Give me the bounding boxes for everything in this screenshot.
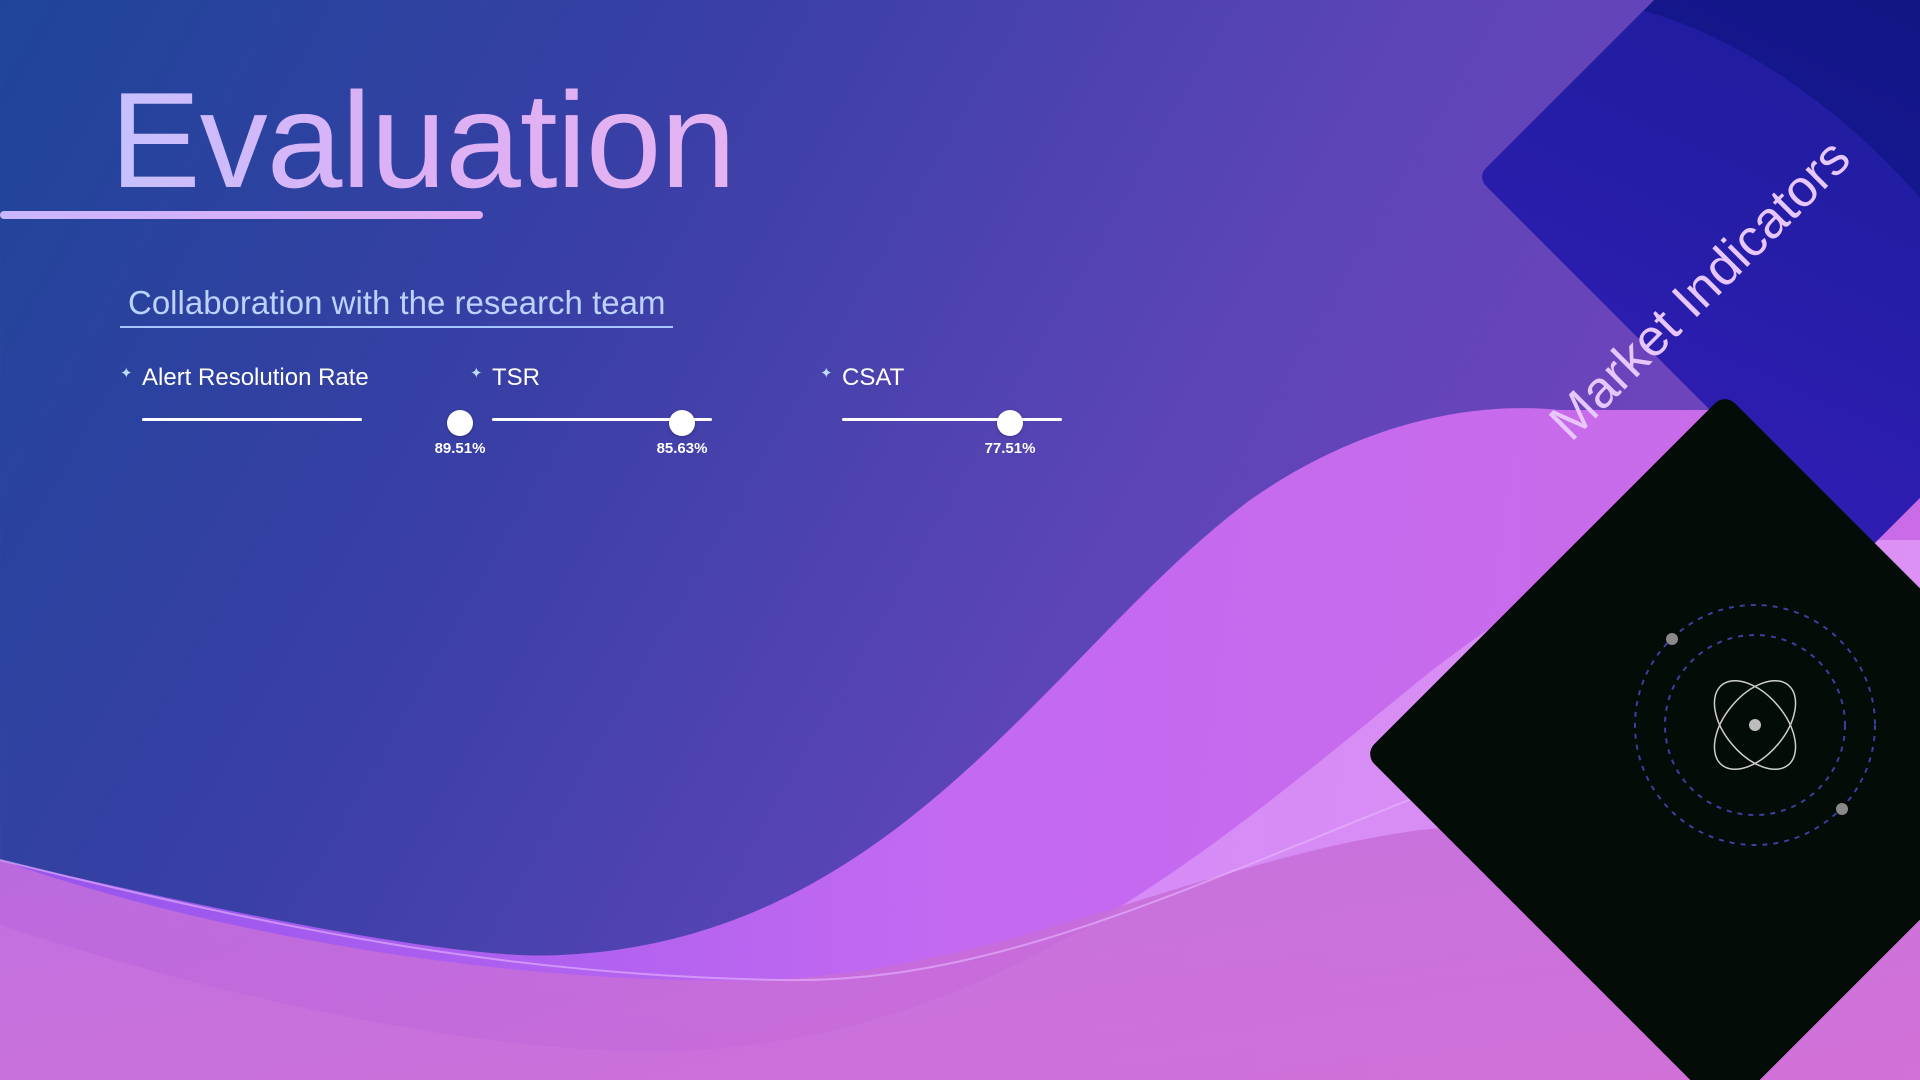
metric-label: CSAT xyxy=(842,364,905,391)
title-underline xyxy=(0,211,483,219)
metric-alert-resolution-rate: ✦ Alert Resolution Rate 89.51% xyxy=(120,362,485,462)
orbit-atom-icon xyxy=(1634,604,1876,846)
metric-slider-thumb[interactable] xyxy=(997,410,1023,436)
sparkle-icon: ✦ xyxy=(120,365,133,382)
slide-subtitle: Collaboration with the research team xyxy=(120,284,674,328)
metric-slider-thumb[interactable] xyxy=(669,410,695,436)
orbit-dot xyxy=(1666,633,1678,645)
metric-label: TSR xyxy=(492,364,540,391)
orbit-dot xyxy=(1836,803,1848,815)
metric-slider-track[interactable] xyxy=(842,418,1062,421)
metric-value: 77.51% xyxy=(984,440,1036,457)
slide-title: Evaluation xyxy=(110,64,736,216)
atom-nucleus xyxy=(1749,719,1761,731)
metric-tsr: ✦ TSR 85.63% xyxy=(470,362,770,462)
metric-slider-track[interactable] xyxy=(142,418,362,421)
sparkle-icon: ✦ xyxy=(820,365,833,382)
sparkle-icon: ✦ xyxy=(470,365,483,382)
metric-label: Alert Resolution Rate xyxy=(142,364,369,391)
metric-csat: ✦ CSAT 77.51% xyxy=(820,362,1120,462)
metric-value: 85.63% xyxy=(656,440,708,457)
